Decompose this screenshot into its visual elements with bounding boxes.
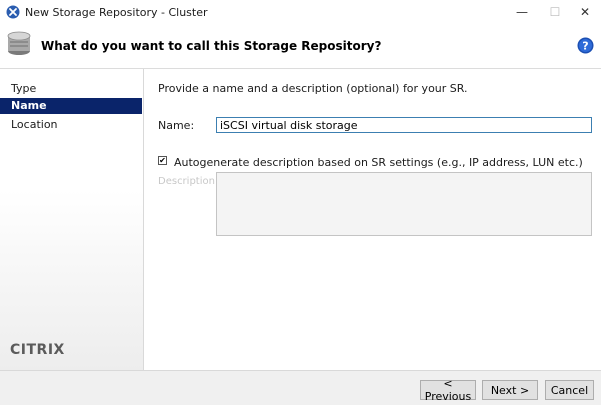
citrix-logo: CITRIX xyxy=(10,342,65,358)
svg-text:?: ? xyxy=(582,40,588,53)
description-textarea xyxy=(216,172,592,236)
sidebar-item-name[interactable]: Name xyxy=(0,98,142,114)
sidebar-item-type[interactable]: Type xyxy=(0,81,142,97)
description-label: Description: xyxy=(158,176,219,187)
close-button[interactable]: ✕ xyxy=(568,0,601,24)
wizard-steps-sidebar: Type Name Location CITRIX xyxy=(0,69,144,370)
cancel-button[interactable]: Cancel xyxy=(545,380,594,400)
minimize-button[interactable]: — xyxy=(505,0,539,24)
instruction-text: Provide a name and a description (option… xyxy=(158,82,468,95)
sr-name-input[interactable] xyxy=(216,117,592,133)
wizard-footer: < Previous Next > Cancel xyxy=(0,370,601,405)
wizard-header: What do you want to call this Storage Re… xyxy=(0,24,601,69)
storage-repository-icon xyxy=(7,31,31,55)
title-bar: New Storage Repository - Cluster — ☐ ✕ xyxy=(0,0,601,24)
autogenerate-description-label[interactable]: Autogenerate description based on SR set… xyxy=(174,156,583,169)
help-icon[interactable]: ? xyxy=(577,37,594,54)
next-button[interactable]: Next > xyxy=(482,380,538,400)
name-label: Name: xyxy=(158,119,195,132)
sidebar-item-location[interactable]: Location xyxy=(0,117,142,133)
autogenerate-description-checkbox[interactable]: ✔ xyxy=(158,156,167,165)
previous-button[interactable]: < Previous xyxy=(420,377,476,403)
window-title: New Storage Repository - Cluster xyxy=(25,6,208,19)
page-heading: What do you want to call this Storage Re… xyxy=(41,39,382,53)
xencenter-app-icon xyxy=(6,5,20,19)
maximize-button[interactable]: ☐ xyxy=(538,0,572,24)
